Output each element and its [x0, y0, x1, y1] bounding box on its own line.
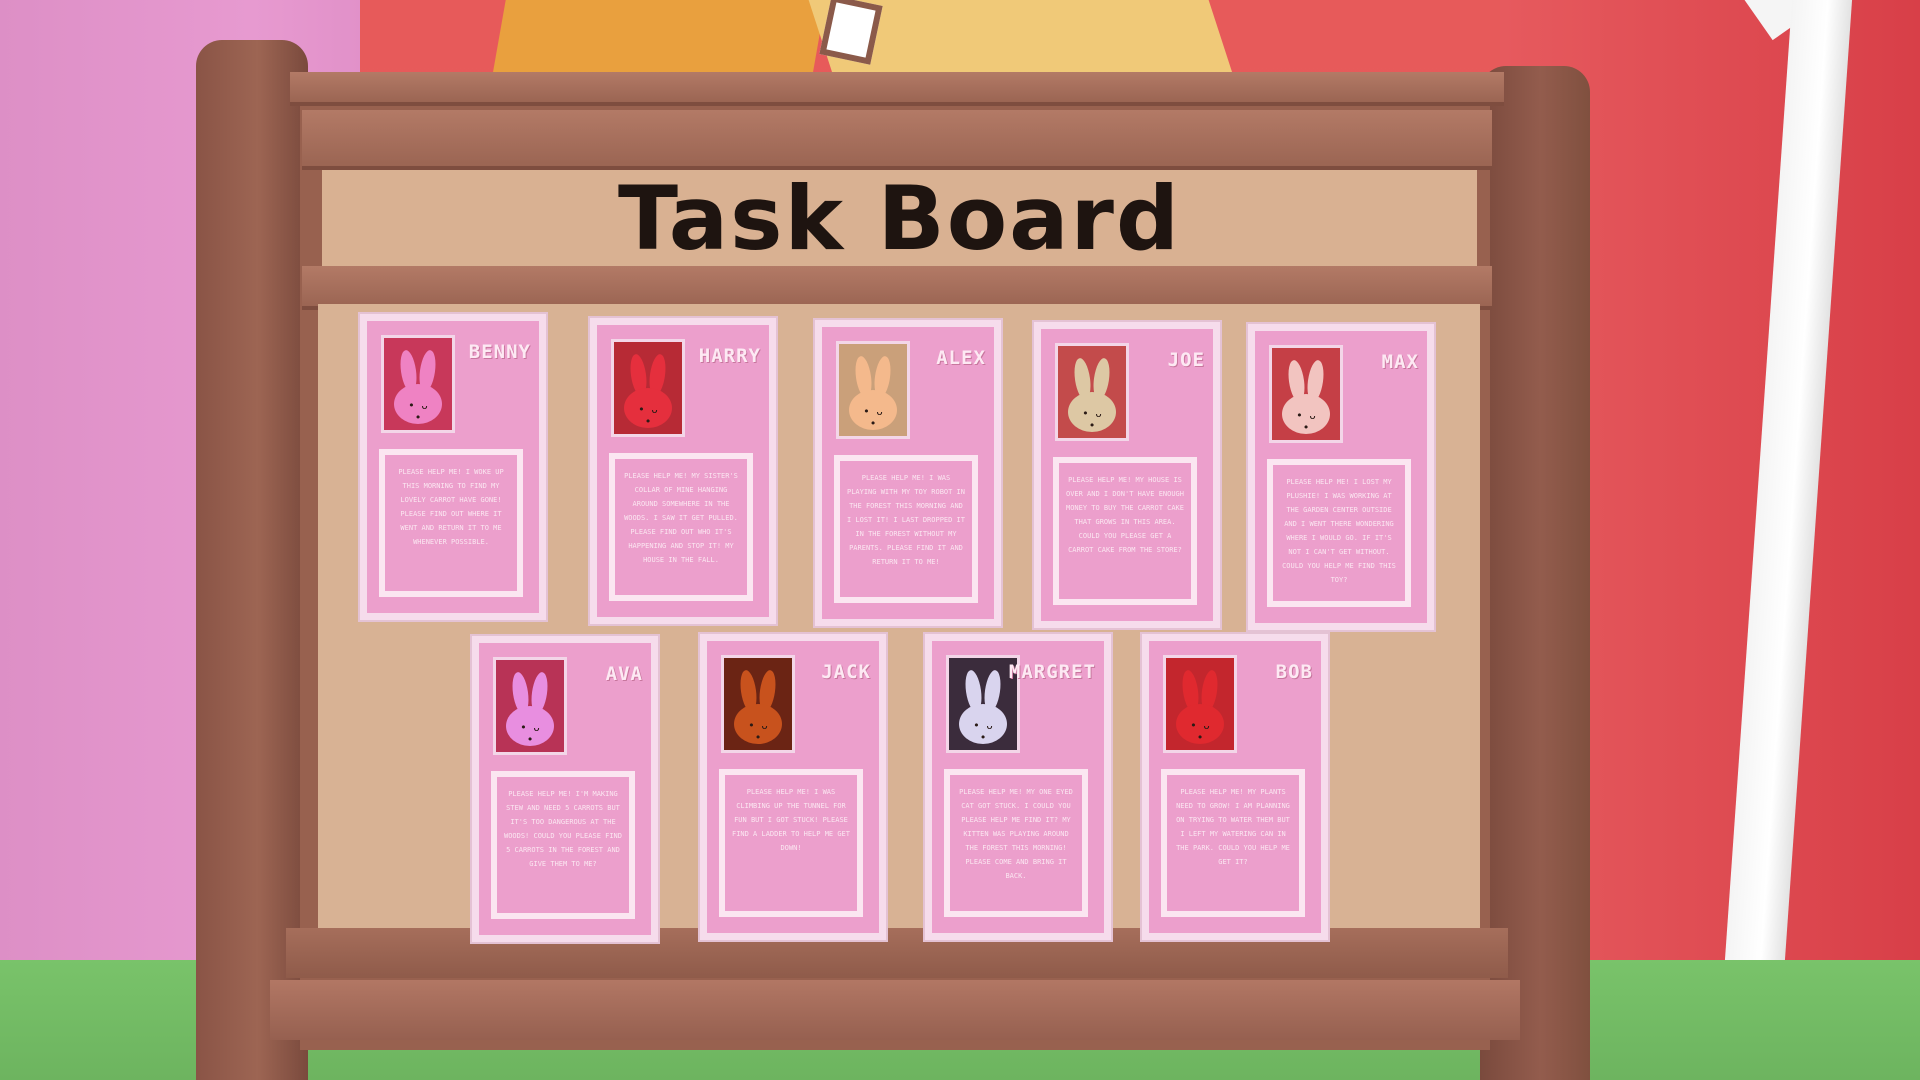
- card-note-text: Please help me! I lost my plushie! I was…: [1282, 478, 1396, 584]
- task-card-benny[interactable]: • ᴗ • BENNY Please help me! I woke up th…: [360, 314, 546, 620]
- card-note-text: Please help me! My sister's collar of mi…: [624, 472, 738, 564]
- card-note: Please help me! I lost my plushie! I was…: [1267, 459, 1411, 607]
- card-note-text: Please help me! My house is over and I d…: [1065, 476, 1184, 554]
- board-title-strip: Task Board: [322, 167, 1477, 270]
- card-note-text: Please help me! My plants need to grow! …: [1176, 788, 1290, 866]
- bunny-icon: • ᴗ •: [620, 353, 676, 434]
- card-name: BOB: [1275, 661, 1313, 683]
- card-name: ALEX: [936, 347, 986, 369]
- card-name: JACK: [821, 661, 871, 683]
- card-name: MAX: [1381, 351, 1419, 373]
- game-scene: Task Board • ᴗ • BENNY Please help me! I…: [0, 0, 1920, 1080]
- task-card-alex[interactable]: • ᴗ • ALEX Please help me! I was playing…: [815, 320, 1001, 626]
- bunny-portrait: • ᴗ •: [836, 341, 910, 439]
- board-top-rail: [290, 72, 1504, 106]
- card-note: Please help me! I'm making stew and need…: [491, 771, 635, 919]
- task-card-harry[interactable]: • ᴗ • HARRY Please help me! My sister's …: [590, 318, 776, 624]
- bunny-icon: • ᴗ •: [1278, 359, 1334, 440]
- bunny-portrait: • ᴗ •: [1163, 655, 1237, 753]
- task-card-jack[interactable]: • ᴗ • JACK Please help me! I was climbin…: [700, 634, 886, 940]
- card-note-text: Please help me! I was playing with my to…: [846, 474, 965, 566]
- card-note: Please help me! I was climbing up the tu…: [719, 769, 863, 917]
- bunny-icon: • ᴗ •: [1064, 357, 1120, 438]
- task-card-joe[interactable]: • ᴗ • JOE Please help me! My house is ov…: [1034, 322, 1220, 628]
- bunny-icon: • ᴗ •: [955, 669, 1011, 750]
- bunny-portrait: • ᴗ •: [381, 335, 455, 433]
- task-card-ava[interactable]: • ᴗ • AVA Please help me! I'm making ste…: [472, 636, 658, 942]
- bunny-portrait: • ᴗ •: [1055, 343, 1129, 441]
- task-card-max[interactable]: • ᴗ • MAX Please help me! I lost my plus…: [1248, 324, 1434, 630]
- bunny-portrait: • ᴗ •: [493, 657, 567, 755]
- card-note: Please help me! I woke up this morning t…: [379, 449, 523, 597]
- board-title: Task Board: [618, 166, 1181, 270]
- card-note: Please help me! My house is over and I d…: [1053, 457, 1197, 605]
- card-name: BENNY: [468, 341, 531, 363]
- task-card-bob[interactable]: • ᴗ • BOB Please help me! My plants need…: [1142, 634, 1328, 940]
- board-header-rail: [302, 110, 1492, 170]
- task-card-margret[interactable]: • ᴗ • MARGRET Please help me! My one eye…: [925, 634, 1111, 940]
- card-note: Please help me! I was playing with my to…: [834, 455, 978, 603]
- bunny-icon: • ᴗ •: [845, 355, 901, 436]
- bunny-portrait: • ᴗ •: [721, 655, 795, 753]
- bunny-icon: • ᴗ •: [502, 671, 558, 752]
- card-note: Please help me! My sister's collar of mi…: [609, 453, 753, 601]
- card-name: HARRY: [698, 345, 761, 367]
- card-note: Please help me! My plants need to grow! …: [1161, 769, 1305, 917]
- card-note-text: Please help me! My one eyed cat got stuc…: [959, 788, 1073, 880]
- card-name: AVA: [605, 663, 643, 685]
- card-name: JOE: [1167, 349, 1205, 371]
- bunny-portrait: • ᴗ •: [1269, 345, 1343, 443]
- bunny-icon: • ᴗ •: [1172, 669, 1228, 750]
- card-note-text: Please help me! I woke up this morning t…: [398, 468, 504, 546]
- card-note-text: Please help me! I was climbing up the tu…: [731, 788, 850, 852]
- board-base-rail: [270, 980, 1520, 1040]
- board-post-left: [196, 40, 308, 1080]
- card-note-text: Please help me! I'm making stew and need…: [503, 790, 622, 868]
- card-name: MARGRET: [1008, 661, 1096, 683]
- bunny-portrait: • ᴗ •: [611, 339, 685, 437]
- bunny-icon: • ᴗ •: [390, 349, 446, 430]
- bunny-icon: • ᴗ •: [730, 669, 786, 750]
- card-note: Please help me! My one eyed cat got stuc…: [944, 769, 1088, 917]
